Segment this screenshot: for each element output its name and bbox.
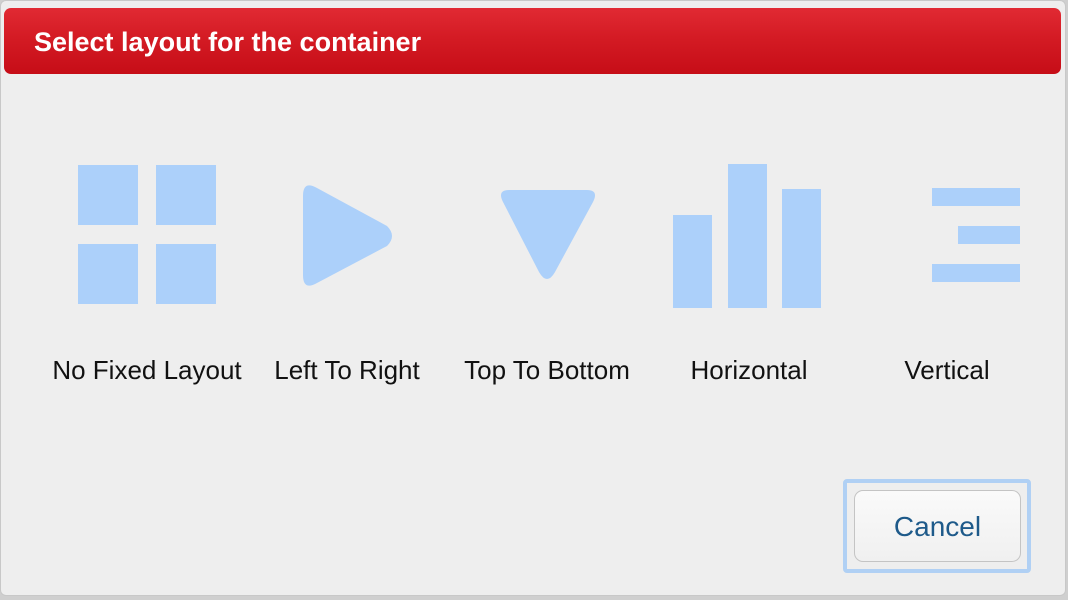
option-vertical[interactable]: Vertical: [847, 146, 1047, 396]
grid-icon: [78, 165, 216, 304]
stacked-lines-icon: [932, 188, 1020, 282]
bars-icon: [673, 164, 821, 308]
dialog-titlebar: Select layout for the container: [4, 8, 1061, 74]
option-label: No Fixed Layout: [52, 355, 242, 385]
option-top-to-bottom[interactable]: Top To Bottom: [447, 146, 647, 396]
option-left-to-right[interactable]: Left To Right: [247, 146, 447, 396]
option-label: Left To Right: [274, 355, 420, 385]
option-no-fixed-layout[interactable]: No Fixed Layout: [47, 146, 247, 396]
option-label: Top To Bottom: [464, 355, 630, 385]
option-label: Horizontal: [690, 355, 808, 385]
option-label: Vertical: [904, 355, 990, 385]
cancel-button[interactable]: Cancel: [854, 490, 1021, 562]
play-right-icon: [303, 185, 392, 286]
dialog-title: Select layout for the container: [34, 27, 422, 57]
layout-dialog: Select layout for the container No Fixed…: [0, 0, 1066, 596]
option-horizontal[interactable]: Horizontal: [649, 146, 849, 396]
triangle-down-icon: [501, 190, 595, 279]
